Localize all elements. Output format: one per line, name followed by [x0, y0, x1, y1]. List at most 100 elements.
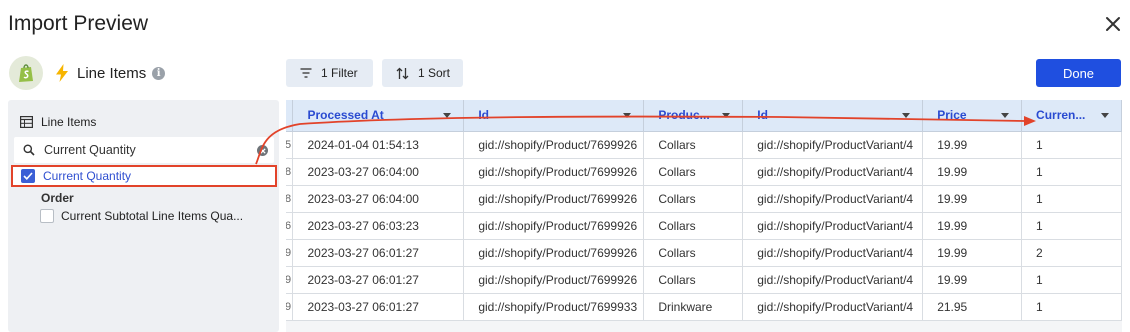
source-header: Line Items i: [9, 56, 166, 90]
caret-down-icon[interactable]: [1001, 113, 1010, 118]
caret-down-icon[interactable]: [1101, 113, 1109, 118]
close-icon[interactable]: [1104, 15, 1122, 33]
table-row: 82023-03-27 06:04:00gid://shopify/Produc…: [286, 185, 1122, 213]
row-stub-cell: 8: [286, 185, 294, 213]
table-row: 82023-03-27 06:04:00gid://shopify/Produc…: [286, 158, 1122, 186]
table-cell: 19.99: [922, 158, 1023, 186]
table-cell: Collars: [643, 131, 744, 159]
check-icon[interactable]: [21, 169, 35, 183]
caret-down-icon[interactable]: [902, 113, 911, 118]
table-cell: 2024-01-04 01:54:13: [292, 131, 465, 159]
column-header-label: Curren...: [1036, 108, 1086, 123]
table-cell: Collars: [643, 185, 744, 213]
row-stub-cell: 9: [286, 239, 294, 267]
table-cell: gid://shopify/ProductVariant/4: [742, 239, 924, 267]
table-cell: gid://shopify/ProductVariant/4: [742, 212, 924, 240]
clear-icon[interactable]: [257, 145, 268, 156]
row-stub-cell: 6: [286, 212, 294, 240]
table-row: 52024-01-04 01:54:13gid://shopify/Produc…: [286, 131, 1122, 159]
sort-label: 1 Sort: [418, 66, 451, 80]
filter-icon: [300, 68, 312, 78]
table-cell: 2023-03-27 06:01:27: [292, 239, 465, 267]
table-cell: 2023-03-27 06:01:27: [292, 293, 465, 321]
table-icon: [20, 116, 33, 128]
row-stub-cell: 5: [286, 131, 294, 159]
column-header[interactable]: Produc...: [643, 100, 744, 132]
table-cell: Collars: [643, 158, 744, 186]
table-cell: 1: [1021, 185, 1122, 213]
field-option-label: Current Quantity: [43, 169, 132, 183]
table-cell: 21.95: [922, 293, 1023, 321]
done-button[interactable]: Done: [1036, 59, 1121, 87]
table-cell: gid://shopify/ProductVariant/4: [742, 293, 924, 321]
filter-label: 1 Filter: [321, 66, 358, 80]
table-cell: 1: [1021, 266, 1122, 294]
table-cell: 19.99: [922, 131, 1023, 159]
search-icon: [23, 144, 35, 156]
column-header-label: Produc...: [658, 108, 710, 123]
table-cell: gid://shopify/Product/7699926: [463, 158, 645, 186]
field-picker-panel: Line Items Current Quantity Order Curren…: [8, 100, 279, 332]
row-stub-header[interactable]: [286, 100, 294, 132]
table-cell: gid://shopify/ProductVariant/4: [742, 266, 924, 294]
table-cell: 19.99: [922, 266, 1023, 294]
field-option-current-quantity[interactable]: Current Quantity: [11, 165, 277, 187]
column-header-label: Id: [757, 108, 768, 123]
table-cell: gid://shopify/ProductVariant/4: [742, 131, 924, 159]
table-cell: Collars: [643, 239, 744, 267]
table-cell: gid://shopify/Product/7699926: [463, 266, 645, 294]
dialog-title: Import Preview: [8, 12, 149, 35]
table-cell: 2023-03-27 06:03:23: [292, 212, 465, 240]
row-stub-cell: 8: [286, 158, 294, 186]
search-input[interactable]: [44, 143, 244, 157]
bolt-icon: [56, 64, 68, 82]
caret-down-icon[interactable]: [722, 113, 731, 118]
column-header-label: Id: [478, 108, 490, 123]
table-cell: Drinkware: [643, 293, 744, 321]
table-cell: 2023-03-27 06:01:27: [292, 266, 465, 294]
field-option-current-subtotal[interactable]: Current Subtotal Line Items Qua...: [40, 207, 243, 225]
caret-down-icon[interactable]: [443, 113, 452, 118]
column-header[interactable]: Id: [742, 100, 924, 132]
table-cell: gid://shopify/Product/7699926: [463, 212, 645, 240]
field-option-label: Current Subtotal Line Items Qua...: [61, 209, 244, 223]
info-icon[interactable]: i: [152, 66, 166, 80]
table-cell: 1: [1021, 293, 1122, 321]
table-cell: 2023-03-27 06:04:00: [292, 158, 465, 186]
table-cell: 2023-03-27 06:04:00: [292, 185, 465, 213]
column-header[interactable]: Id: [463, 100, 645, 132]
column-header[interactable]: Curren...: [1021, 100, 1122, 132]
table-cell: Collars: [643, 266, 744, 294]
shopify-icon: [9, 56, 43, 90]
checkbox[interactable]: [40, 209, 54, 223]
caret-down-icon[interactable]: [623, 113, 632, 118]
table-row: 92023-03-27 06:01:27gid://shopify/Produc…: [286, 266, 1122, 294]
column-header[interactable]: Price: [922, 100, 1023, 132]
field-group-order: Order: [41, 191, 74, 205]
row-stub-cell: 9: [286, 293, 294, 321]
table-cell: gid://shopify/ProductVariant/4: [742, 158, 924, 186]
table-cell: gid://shopify/Product/7699926: [463, 185, 645, 213]
sort-icon: [396, 67, 409, 79]
table-cell: 1: [1021, 131, 1122, 159]
table-cell: 19.99: [922, 185, 1023, 213]
preview-table: Processed At Id Produc... Id Price Curren... …: [286, 100, 1122, 332]
table-cell: gid://shopify/Product/7699933: [463, 293, 645, 321]
table-cell: 2: [1021, 239, 1122, 267]
table-row: 92023-03-27 06:01:27gid://shopify/Produc…: [286, 293, 1122, 321]
filter-button[interactable]: 1 Filter: [286, 59, 373, 87]
table-cell: gid://shopify/Product/7699926: [463, 131, 645, 159]
table-cell: 19.99: [922, 239, 1023, 267]
table-cell: gid://shopify/ProductVariant/4: [742, 185, 924, 213]
table-cell: 19.99: [922, 212, 1023, 240]
field-search: [14, 137, 274, 163]
sort-button[interactable]: 1 Sort: [382, 59, 463, 87]
column-header[interactable]: Processed At: [292, 100, 465, 132]
field-picker-header: Line Items: [20, 115, 96, 129]
column-header-label: Price: [937, 108, 967, 123]
column-header-label: Processed At: [307, 108, 384, 123]
row-stub-cell: 9: [286, 266, 294, 294]
source-name: Line Items: [77, 64, 147, 82]
table-row: 62023-03-27 06:03:23gid://shopify/Produc…: [286, 212, 1122, 240]
table-cell: 1: [1021, 158, 1122, 186]
